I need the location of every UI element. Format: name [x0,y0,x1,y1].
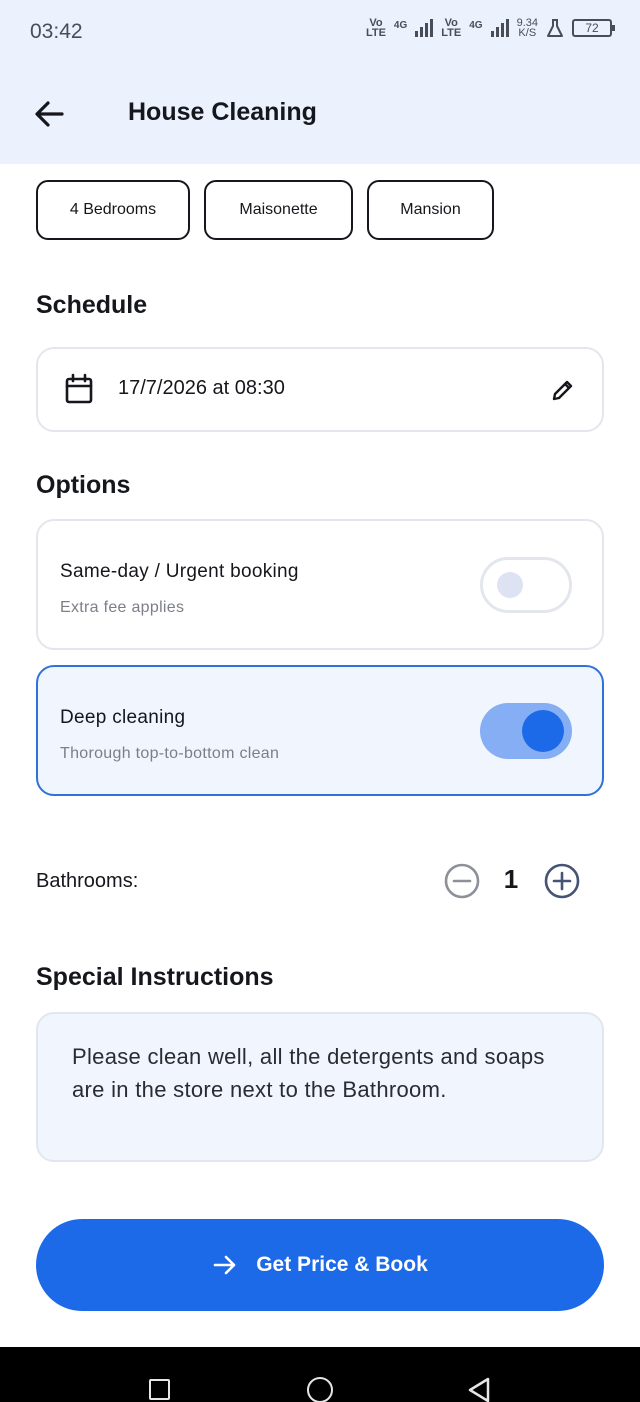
battery-icon: 72 [572,19,615,37]
page-title: House Cleaning [128,98,317,126]
bathrooms-count: 1 [503,864,519,894]
app-bar: House Cleaning [0,66,640,164]
back-button[interactable] [30,94,70,134]
network-type-1: 4G [393,20,408,31]
signal-icon-2 [490,19,509,37]
status-icons: Vo LTE 4G Vo LTE 4G 9.34 K/S 72 [365,17,615,39]
volte-indicator-2: Vo LTE [441,17,462,39]
minus-circle-icon[interactable] [443,862,481,900]
arrow-right-icon [213,1255,236,1275]
signal-icon-1 [415,19,434,37]
back-triangle-icon[interactable] [466,1376,492,1402]
network-type-2: 4G [469,20,483,31]
special-instructions-text: Please clean well, all the detergents an… [72,1044,545,1102]
deep-cleaning-toggle[interactable] [480,703,572,759]
cta-label: Get Price & Book [256,1253,428,1276]
special-instructions-field[interactable]: Please clean well, all the detergents an… [36,1012,604,1162]
option-title: Deep cleaning [60,707,186,728]
flask-icon [547,19,563,37]
plus-circle-icon[interactable] [543,862,581,900]
pencil-icon[interactable] [550,377,576,403]
volte-indicator-1: Vo LTE [365,17,386,39]
status-time: 03:42 [30,20,83,43]
bathrooms-label: Bathrooms: [36,870,139,892]
options-heading: Options [36,471,131,499]
special-instructions-heading: Special Instructions [36,963,274,991]
option-title: Same-day / Urgent booking [60,561,299,582]
chip-maisonette[interactable]: Maisonette [204,180,353,240]
option-subtitle: Extra fee applies [60,599,185,616]
get-price-book-button[interactable]: Get Price & Book [36,1219,604,1311]
calendar-icon [65,373,93,404]
schedule-heading: Schedule [36,291,148,319]
option-urgent-booking[interactable]: Same-day / Urgent booking Extra fee appl… [36,519,604,650]
status-bar: 03:42 Vo LTE 4G Vo LTE 4G 9.34 K/S 72 [0,0,640,66]
network-speed: 9.34 K/S [516,17,538,39]
home-icon[interactable] [307,1377,333,1402]
option-deep-cleaning[interactable]: Deep cleaning Thorough top-to-bottom cle… [36,665,604,796]
schedule-card[interactable]: 17/7/2026 at 08:30 [36,347,604,432]
chip-4-bedrooms[interactable]: 4 Bedrooms [36,180,190,240]
option-subtitle: Thorough top-to-bottom clean [60,745,280,762]
schedule-value: 17/7/2026 at 08:30 [118,377,285,399]
urgent-booking-toggle[interactable] [480,557,572,613]
chip-mansion[interactable]: Mansion [367,180,494,240]
recents-icon[interactable] [149,1379,170,1400]
arrow-left-icon [35,101,64,127]
